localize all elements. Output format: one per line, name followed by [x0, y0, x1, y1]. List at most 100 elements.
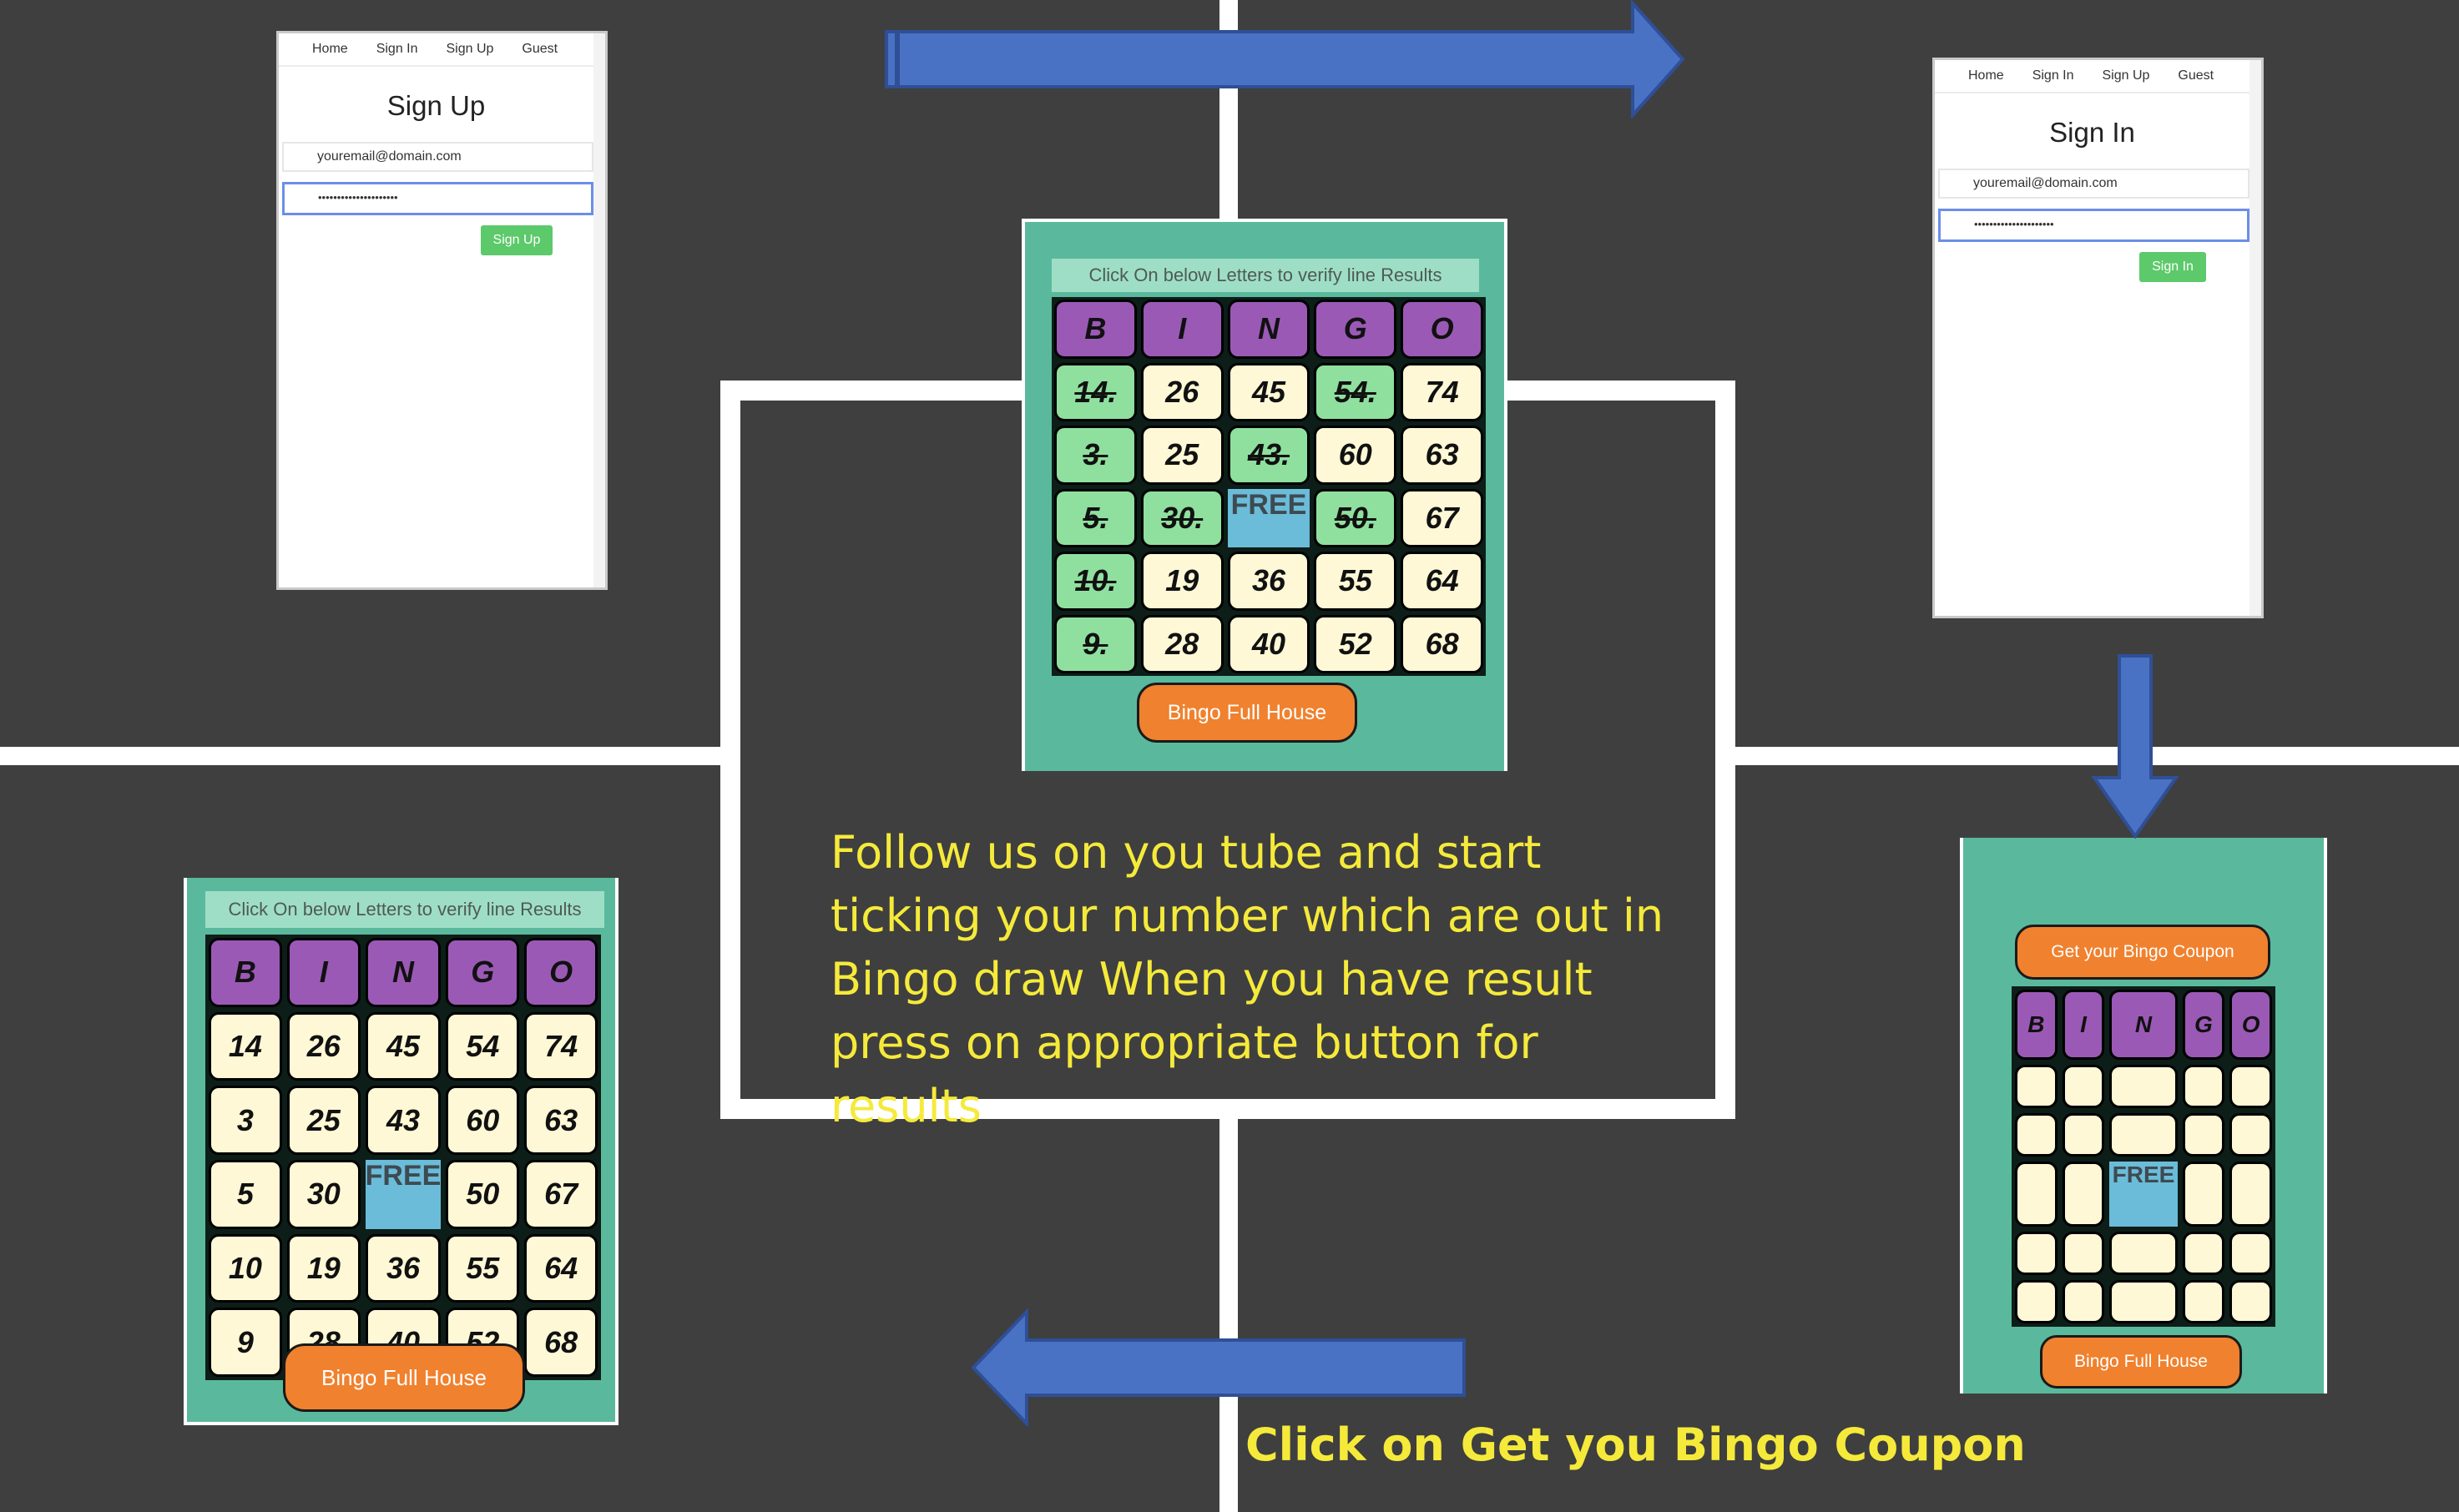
nav-signup-link[interactable]: Sign Up [447, 42, 494, 57]
nav-signin-link[interactable]: Sign In [376, 42, 418, 57]
letter-g-button[interactable]: G [446, 938, 520, 1007]
number-cell[interactable]: 52 [1314, 614, 1397, 673]
letter-g-button[interactable]: G [2182, 990, 2225, 1060]
number-cell[interactable] [2109, 1280, 2178, 1323]
number-cell[interactable]: 3. [1054, 426, 1137, 485]
signup-email-field[interactable]: youremail@domain.com [282, 142, 593, 172]
number-cell[interactable]: 64 [1401, 552, 1483, 611]
number-cell[interactable]: 9. [1054, 614, 1137, 673]
number-cell[interactable]: 74 [524, 1011, 598, 1081]
number-cell[interactable]: 50 [446, 1159, 520, 1229]
number-cell[interactable]: 26 [1140, 362, 1224, 421]
number-cell[interactable]: 55 [1314, 552, 1397, 611]
letter-b-button[interactable]: B [2015, 990, 2058, 1060]
number-cell[interactable]: 26 [286, 1011, 361, 1081]
number-cell[interactable]: 45 [365, 1011, 442, 1081]
number-cell[interactable] [2062, 1162, 2105, 1227]
number-cell[interactable]: 64 [524, 1233, 598, 1303]
number-cell[interactable]: 54 [446, 1011, 520, 1081]
number-cell[interactable] [2229, 1232, 2272, 1275]
number-cell[interactable]: 67 [1401, 488, 1483, 547]
number-cell[interactable]: 43. [1227, 426, 1310, 485]
number-cell[interactable]: 14 [209, 1011, 282, 1081]
number-cell[interactable]: 5. [1054, 488, 1137, 547]
number-cell[interactable]: 68 [1401, 614, 1483, 673]
number-cell[interactable] [2015, 1162, 2058, 1227]
number-cell[interactable]: 36 [1227, 552, 1310, 611]
number-cell[interactable]: 10. [1054, 552, 1137, 611]
bingo-full-house-button[interactable]: Bingo Full House [2040, 1335, 2242, 1389]
nav-guest-link[interactable]: Guest [522, 42, 558, 57]
number-cell[interactable] [2182, 1162, 2225, 1227]
number-cell[interactable]: 30. [1140, 488, 1224, 547]
letter-i-button[interactable]: I [2062, 990, 2105, 1060]
number-cell[interactable]: 67 [524, 1159, 598, 1229]
number-cell[interactable] [2182, 1280, 2225, 1323]
letter-i-button[interactable]: I [286, 938, 361, 1007]
letter-i-button[interactable]: I [1140, 300, 1224, 359]
number-cell[interactable]: 28 [1140, 614, 1224, 673]
number-cell[interactable]: 43 [365, 1086, 442, 1155]
nav-guest-link[interactable]: Guest [2178, 68, 2214, 83]
number-cell[interactable] [2015, 1065, 2058, 1108]
number-cell[interactable] [2015, 1280, 2058, 1323]
signin-scrollbar[interactable] [2249, 60, 2261, 616]
verify-line-header[interactable]: Click On below Letters to verify line Re… [1052, 259, 1479, 292]
number-cell[interactable] [2229, 1162, 2272, 1227]
number-cell[interactable]: 10 [209, 1233, 282, 1303]
nav-home-link[interactable]: Home [312, 42, 348, 57]
letter-n-button[interactable]: N [2109, 990, 2178, 1060]
bingo-full-house-button[interactable]: Bingo Full House [283, 1343, 525, 1412]
number-cell[interactable]: 25 [1140, 426, 1224, 485]
get-bingo-coupon-button[interactable]: Get your Bingo Coupon [2015, 925, 2270, 980]
number-cell[interactable]: 3 [209, 1086, 282, 1155]
number-cell[interactable] [2229, 1280, 2272, 1323]
bingo-full-house-button[interactable]: Bingo Full House [1137, 683, 1357, 743]
signup-scrollbar[interactable] [593, 33, 605, 587]
number-cell[interactable]: 54. [1314, 362, 1397, 421]
number-cell[interactable]: 19 [1140, 552, 1224, 611]
signup-password-field[interactable]: ••••••••••••••••••••• [282, 182, 593, 215]
letter-o-button[interactable]: O [524, 938, 598, 1007]
letter-g-button[interactable]: G [1314, 300, 1397, 359]
number-cell[interactable]: 63 [1401, 426, 1483, 485]
number-cell[interactable]: 74 [1401, 362, 1483, 421]
signin-email-field[interactable]: youremail@domain.com [1938, 169, 2249, 199]
number-cell[interactable] [2229, 1113, 2272, 1157]
number-cell[interactable] [2062, 1280, 2105, 1323]
nav-signup-link[interactable]: Sign Up [2103, 68, 2150, 83]
letter-o-button[interactable]: O [2229, 990, 2272, 1060]
signup-button[interactable]: Sign Up [481, 225, 553, 255]
number-cell[interactable]: 14. [1054, 362, 1137, 421]
number-cell[interactable]: 5 [209, 1159, 282, 1229]
number-cell[interactable]: 45 [1227, 362, 1310, 421]
number-cell[interactable]: 9 [209, 1308, 282, 1377]
letter-b-button[interactable]: B [209, 938, 282, 1007]
number-cell[interactable] [2182, 1065, 2225, 1108]
number-cell[interactable]: 50. [1314, 488, 1397, 547]
number-cell[interactable]: 19 [286, 1233, 361, 1303]
nav-signin-link[interactable]: Sign In [2032, 68, 2074, 83]
number-cell[interactable]: 60 [446, 1086, 520, 1155]
number-cell[interactable]: 30 [286, 1159, 361, 1229]
number-cell[interactable]: 36 [365, 1233, 442, 1303]
number-cell[interactable]: 60 [1314, 426, 1397, 485]
number-cell[interactable]: 25 [286, 1086, 361, 1155]
number-cell[interactable] [2229, 1065, 2272, 1108]
letter-n-button[interactable]: N [365, 938, 442, 1007]
verify-line-header[interactable]: Click On below Letters to verify line Re… [205, 891, 604, 928]
number-cell[interactable] [2062, 1232, 2105, 1275]
number-cell[interactable] [2015, 1113, 2058, 1157]
number-cell[interactable] [2109, 1113, 2178, 1157]
letter-b-button[interactable]: B [1054, 300, 1137, 359]
letter-n-button[interactable]: N [1227, 300, 1310, 359]
number-cell[interactable]: 55 [446, 1233, 520, 1303]
number-cell[interactable]: 63 [524, 1086, 598, 1155]
number-cell[interactable]: 40 [1227, 614, 1310, 673]
number-cell[interactable] [2182, 1113, 2225, 1157]
number-cell[interactable] [2182, 1232, 2225, 1275]
number-cell[interactable]: 68 [524, 1308, 598, 1377]
number-cell[interactable] [2015, 1232, 2058, 1275]
number-cell[interactable] [2062, 1113, 2105, 1157]
number-cell[interactable] [2062, 1065, 2105, 1108]
